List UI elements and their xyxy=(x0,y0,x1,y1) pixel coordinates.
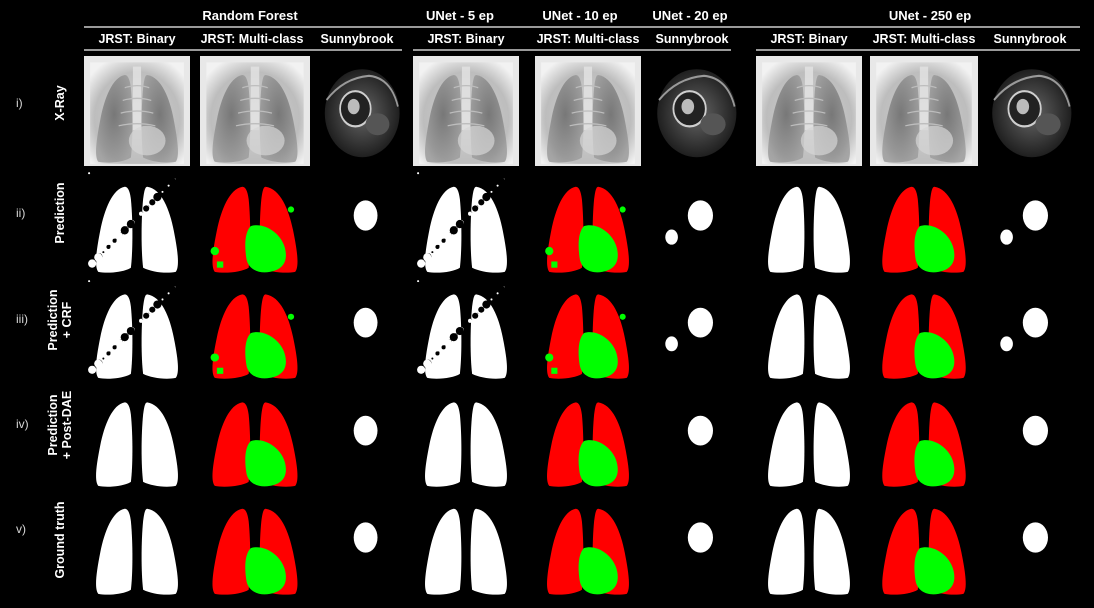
panel-xray-col9 xyxy=(985,56,1075,166)
row-label-xray-text: X-Ray xyxy=(53,85,67,121)
panel-ground-truth-col5 xyxy=(535,490,641,598)
row-label-prediction-crf-text: Prediction xyxy=(46,289,60,351)
panel-ground-truth-col4 xyxy=(413,490,519,598)
panel-xray-col6 xyxy=(650,56,740,166)
panel-prediction-postdae-col1 xyxy=(84,384,190,490)
group-title-unet-250ep: UNet - 250 ep xyxy=(888,8,972,23)
panel-ground-truth-col3 xyxy=(318,490,403,598)
column-header-unet250-multiclass: JRST: Multi-class xyxy=(872,32,976,46)
row-label-prediction-postdae: Prediction + Post-DAE xyxy=(46,391,74,459)
panel-ground-truth-col1 xyxy=(84,490,190,598)
column-header-rf-multiclass: JRST: Multi-class xyxy=(200,32,304,46)
row-number-iv: iv) xyxy=(16,417,29,431)
column-header-unet250-binary: JRST: Binary xyxy=(770,32,848,46)
row-label-ground-truth-text: Ground truth xyxy=(53,501,67,579)
panel-xray-col5 xyxy=(535,56,641,166)
panel-ground-truth-col9 xyxy=(985,490,1075,598)
header-rule-rf xyxy=(84,49,402,51)
header-rule-unet-250 xyxy=(756,49,1080,51)
panel-ground-truth-col7 xyxy=(756,490,862,598)
panel-xray-col8 xyxy=(870,56,978,166)
panel-prediction-crf-col2 xyxy=(200,276,310,382)
panel-prediction-col9 xyxy=(985,168,1075,276)
row-number-iii: iii) xyxy=(16,312,28,326)
row-label-prediction-postdae-sub: + Post-DAE xyxy=(60,390,74,460)
panel-ground-truth-col6 xyxy=(650,490,740,598)
panel-prediction-postdae-col4 xyxy=(413,384,519,490)
panel-ground-truth-col8 xyxy=(870,490,978,598)
panel-prediction-postdae-col6 xyxy=(650,384,740,490)
panel-prediction-crf-col3 xyxy=(318,276,403,382)
panel-prediction-crf-col4 xyxy=(413,276,519,382)
group-title-unet-10ep: UNet - 10 ep xyxy=(542,8,618,23)
panel-prediction-col8 xyxy=(870,168,978,276)
panel-prediction-col2 xyxy=(200,168,310,276)
panel-prediction-col1 xyxy=(84,168,190,276)
column-header-unet-sunnybrook: Sunnybrook xyxy=(655,32,729,46)
header-rule-top xyxy=(84,26,1080,28)
column-header-unet250-sunnybrook: Sunnybrook xyxy=(993,32,1067,46)
column-header-unet-multiclass: JRST: Multi-class xyxy=(536,32,640,46)
panel-prediction-col5 xyxy=(535,168,641,276)
row-label-ground-truth: Ground truth xyxy=(53,501,67,578)
row-label-prediction-crf: Prediction + CRF xyxy=(46,289,74,350)
group-title-unet-5ep: UNet - 5 ep xyxy=(426,8,494,23)
panel-ground-truth-col2 xyxy=(200,490,310,598)
group-title-random-forest: Random Forest xyxy=(202,8,298,23)
column-header-rf-binary: JRST: Binary xyxy=(98,32,176,46)
panel-xray-col7 xyxy=(756,56,862,166)
panel-prediction-postdae-col9 xyxy=(985,384,1075,490)
row-label-prediction: Prediction xyxy=(53,182,67,243)
column-header-rf-sunnybrook: Sunnybrook xyxy=(320,32,394,46)
panel-prediction-postdae-col7 xyxy=(756,384,862,490)
panel-prediction-postdae-col2 xyxy=(200,384,310,490)
panel-xray-col1 xyxy=(84,56,190,166)
column-header-unet-binary: JRST: Binary xyxy=(427,32,505,46)
header-rule-unet-short xyxy=(413,49,731,51)
row-label-prediction-crf-sub: + CRF xyxy=(60,301,74,339)
row-label-prediction-text: Prediction xyxy=(53,182,67,244)
panel-prediction-col3 xyxy=(318,168,403,276)
row-number-i: i) xyxy=(16,96,23,110)
row-number-v: v) xyxy=(16,522,26,536)
panel-prediction-postdae-col3 xyxy=(318,384,403,490)
panel-prediction-crf-col5 xyxy=(535,276,641,382)
group-title-unet-20ep: UNet - 20 ep xyxy=(652,8,728,23)
panel-prediction-crf-col9 xyxy=(985,276,1075,382)
panel-xray-col3 xyxy=(318,56,403,166)
panel-prediction-crf-col7 xyxy=(756,276,862,382)
panel-prediction-col7 xyxy=(756,168,862,276)
panel-prediction-col4 xyxy=(413,168,519,276)
panel-prediction-postdae-col8 xyxy=(870,384,978,490)
panel-prediction-crf-col6 xyxy=(650,276,740,382)
panel-xray-col2 xyxy=(200,56,310,166)
panel-prediction-crf-col8 xyxy=(870,276,978,382)
panel-prediction-postdae-col5 xyxy=(535,384,641,490)
row-label-xray: X-Ray xyxy=(53,85,67,120)
panel-prediction-crf-col1 xyxy=(84,276,190,382)
panel-xray-col4 xyxy=(413,56,519,166)
row-number-ii: ii) xyxy=(16,206,26,220)
panel-prediction-col6 xyxy=(650,168,740,276)
row-label-prediction-postdae-text: Prediction xyxy=(46,394,60,456)
